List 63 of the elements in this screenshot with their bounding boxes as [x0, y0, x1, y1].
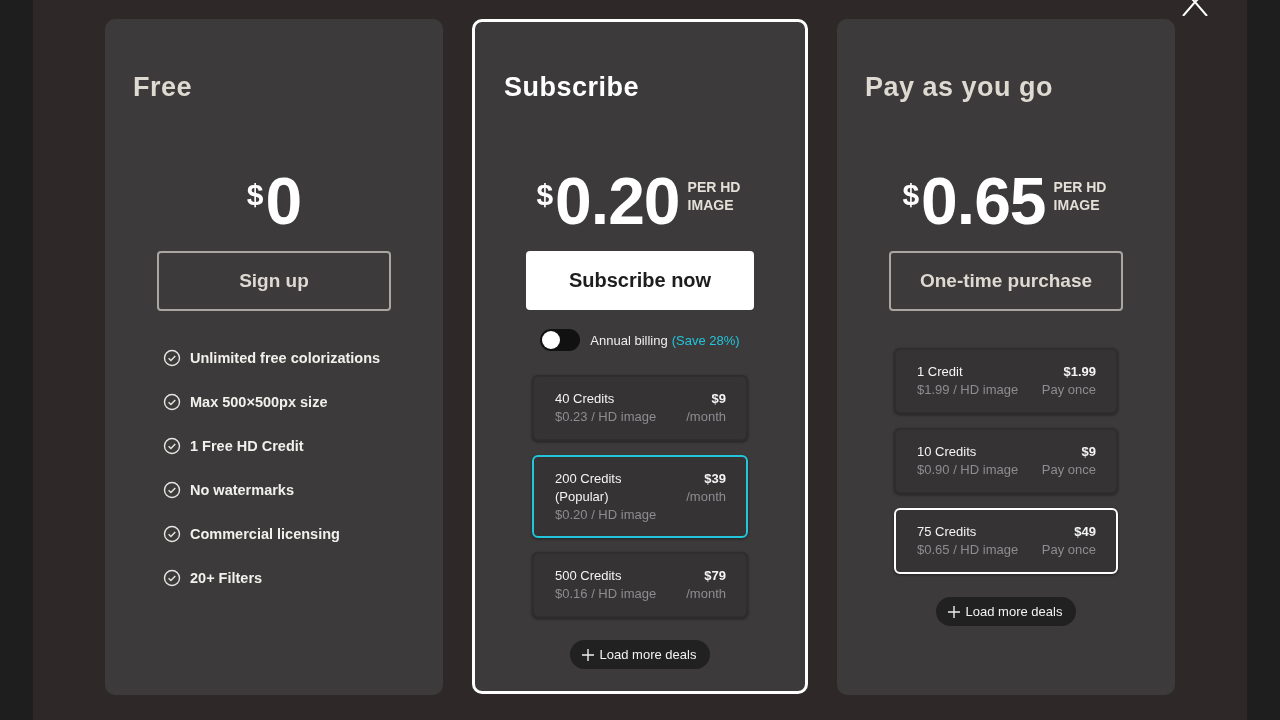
deal-rate: $0.20 / HD image — [555, 506, 657, 524]
deal-term: Pay once — [1041, 381, 1096, 399]
feature-text: 20+ Filters — [190, 569, 263, 588]
deal-term: /month — [686, 488, 726, 506]
deal-price: $49 — [1074, 523, 1096, 541]
check-circle-icon — [163, 437, 181, 455]
feature-text: Max 500×500px size — [190, 393, 328, 412]
deal-option[interactable]: 200 Credits (Popular) $0.20 / HD image $39 /month — [532, 455, 748, 538]
deal-price: $39 — [704, 470, 726, 488]
deal-term: /month — [686, 585, 726, 603]
savings-note: (Save 28%) — [671, 332, 740, 348]
deal-rate: $0.65 / HD image — [917, 541, 1019, 559]
deal-rate: $0.16 / HD image — [555, 585, 657, 603]
deal-credits: 500 Credits — [555, 567, 622, 585]
deal-price: $9 — [1081, 443, 1096, 461]
currency-symbol: $ — [536, 178, 554, 212]
deal-credits: 1 Credit — [917, 363, 963, 381]
deal-option[interactable]: 10 Credits $0.90 / HD image $9 Pay once — [894, 428, 1118, 494]
toggle-switch[interactable] — [540, 329, 581, 351]
plan-button[interactable]: Sign up — [157, 251, 391, 311]
price-amount: 0.65 — [921, 168, 1046, 234]
plus-icon — [947, 605, 960, 618]
price-unit: PER HD IMAGE — [1053, 178, 1108, 214]
check-circle-icon — [163, 569, 181, 587]
check-circle-icon — [163, 393, 181, 411]
deal-price: $9 — [711, 390, 726, 408]
plan-title: Pay as you go — [865, 71, 1054, 104]
deal-credits: 200 Credits (Popular) — [555, 470, 623, 506]
feature-text: No watermarks — [190, 481, 294, 500]
deal-option[interactable]: 40 Credits $0.23 / HD image $9 /month — [532, 375, 748, 441]
deal-rate: $0.23 / HD image — [555, 408, 657, 426]
price-unit: PER HD IMAGE — [687, 178, 742, 214]
feature-text: Commercial licensing — [190, 525, 340, 544]
check-circle-icon — [163, 525, 181, 543]
load-more-button[interactable]: Load more deals — [935, 597, 1077, 626]
currency-symbol: $ — [246, 178, 264, 212]
check-circle-icon — [163, 349, 181, 367]
load-more-button[interactable]: Load more deals — [569, 640, 711, 669]
deal-term: /month — [686, 408, 726, 426]
deal-rate: $1.99 / HD image — [917, 381, 1019, 399]
deal-option[interactable]: 75 Credits $0.65 / HD image $49 Pay once — [894, 508, 1118, 574]
deal-term: Pay once — [1041, 461, 1096, 479]
feature-text: Unlimited free colorizations — [190, 349, 381, 368]
deal-credits: 75 Credits — [917, 523, 977, 541]
deal-option[interactable]: 1 Credit $1.99 / HD image $1.99 Pay once — [894, 348, 1118, 414]
plan-button[interactable]: One-time purchase — [889, 251, 1123, 311]
plan-title: Free — [133, 71, 193, 104]
check-circle-icon — [163, 481, 181, 499]
deal-price: $79 — [704, 567, 726, 585]
deal-term: Pay once — [1041, 541, 1096, 559]
deal-price: $1.99 — [1063, 363, 1096, 381]
deal-credits: 40 Credits — [555, 390, 615, 408]
currency-symbol: $ — [902, 178, 920, 212]
deal-rate: $0.90 / HD image — [917, 461, 1019, 479]
plus-icon — [581, 648, 594, 661]
price-amount: 0.20 — [555, 168, 680, 234]
price-amount: 0 — [265, 168, 302, 234]
plan-button[interactable]: Subscribe now — [526, 251, 754, 310]
deal-option[interactable]: 500 Credits $0.16 / HD image $79 /month — [532, 552, 748, 618]
plan-title: Subscribe — [504, 71, 640, 104]
deal-credits: 10 Credits — [917, 443, 977, 461]
feature-text: 1 Free HD Credit — [190, 437, 304, 456]
toggle-label: Annual billing — [590, 332, 668, 348]
